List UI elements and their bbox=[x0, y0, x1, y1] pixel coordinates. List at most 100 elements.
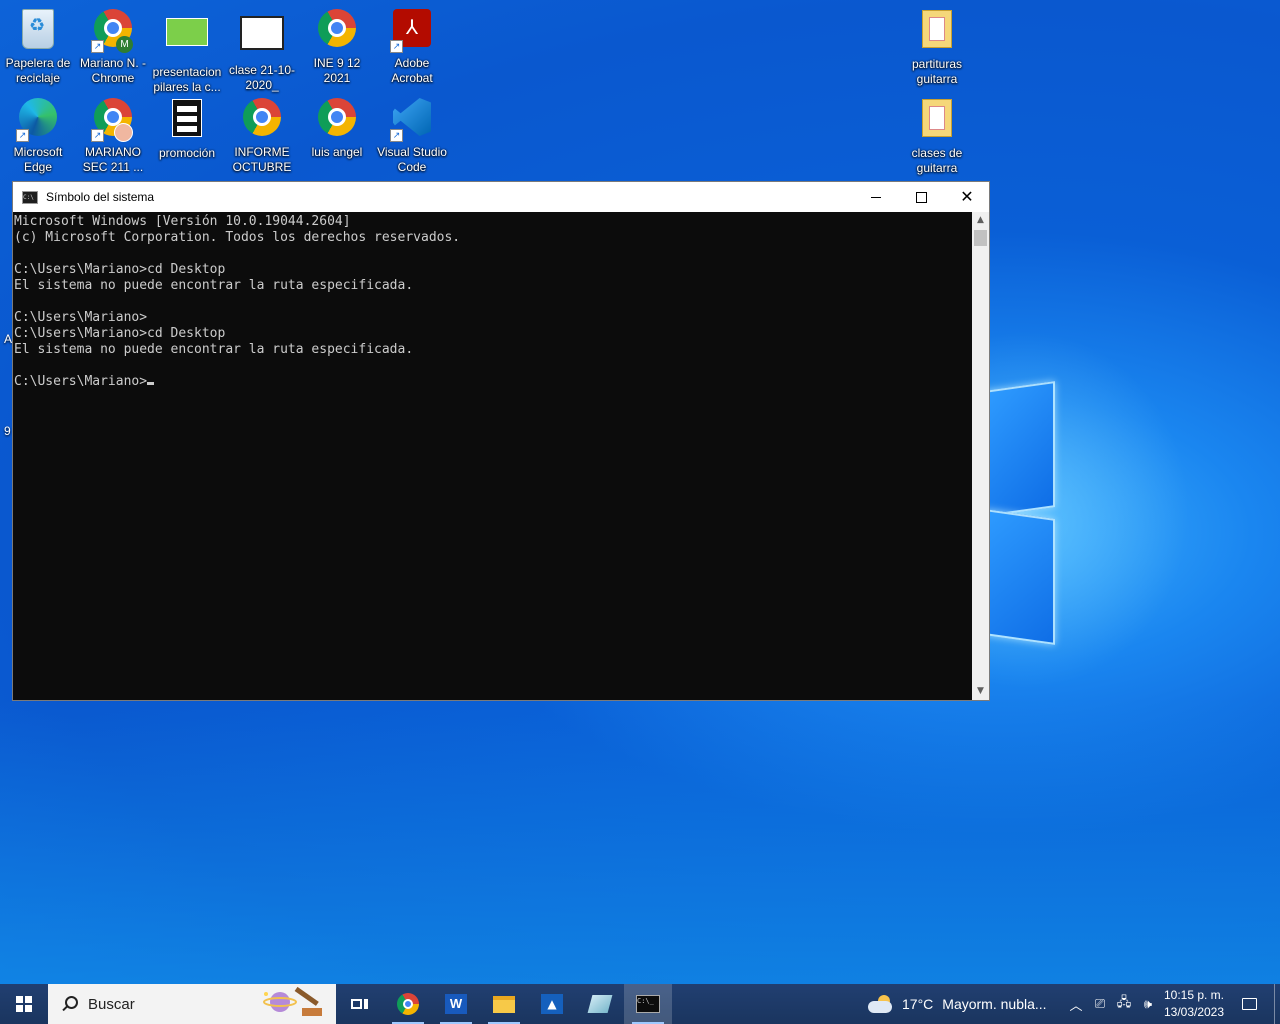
cmd-icon: C:\ bbox=[22, 190, 38, 204]
scroll-down-arrow-icon[interactable]: ▼ bbox=[972, 683, 989, 700]
chrome-icon bbox=[240, 98, 284, 142]
volume-icon[interactable]: 🕪 bbox=[1136, 997, 1160, 1012]
search-icon bbox=[62, 996, 78, 1012]
meet-now-icon[interactable]: ⎚ bbox=[1088, 997, 1112, 1012]
text-cursor bbox=[147, 382, 155, 385]
app-icon bbox=[587, 995, 613, 1013]
desktop-icon-recycle-bin[interactable]: Papelera de reciclaje bbox=[1, 6, 75, 86]
scrollbar-thumb[interactable] bbox=[974, 230, 987, 246]
desktop-icon-presentacion[interactable]: presentacion pilares la c... bbox=[150, 6, 224, 95]
desktop-icon-ine[interactable]: INE 9 12 2021 bbox=[300, 6, 374, 86]
search-placeholder: Buscar bbox=[88, 995, 135, 1013]
chrome-icon: ↗ bbox=[91, 98, 135, 142]
search-box[interactable]: Buscar bbox=[48, 984, 336, 1024]
title-bar[interactable]: C:\ Símbolo del sistema ✕ bbox=[13, 182, 989, 212]
desktop-icon-promocion[interactable]: promoción bbox=[150, 95, 224, 161]
folder-icon bbox=[493, 995, 515, 1013]
windows-logo-icon bbox=[16, 996, 32, 1012]
desktop-icon-label: clase 21-10-2020_ bbox=[228, 63, 296, 92]
desktop-partial-label: A bbox=[4, 332, 13, 346]
scroll-up-arrow-icon[interactable]: ▲ bbox=[972, 212, 989, 229]
task-view-icon bbox=[351, 997, 369, 1011]
close-button[interactable]: ✕ bbox=[944, 182, 990, 212]
console-line: C:\Users\Mariano>cd Desktop bbox=[14, 262, 226, 277]
minimize-icon bbox=[871, 196, 881, 198]
console-line: ​ bbox=[14, 294, 974, 310]
desktop-icon-label: clases de guitarra bbox=[911, 146, 963, 175]
chevron-up-icon[interactable]: ︿ bbox=[1064, 995, 1088, 1014]
desktop-icon-label: presentacion pilares la c... bbox=[152, 65, 222, 94]
desktop-icon-mariano-sec[interactable]: ↗ MARIANO SEC 211 ... bbox=[76, 95, 150, 175]
recycle-bin-icon bbox=[16, 9, 60, 53]
network-icon[interactable]: 🖧 bbox=[1112, 993, 1136, 1015]
edge-icon: ↗ bbox=[16, 98, 60, 142]
console-line: ​ bbox=[14, 246, 974, 262]
console-line: Microsoft Windows [Versión 10.0.19044.26… bbox=[14, 214, 351, 229]
task-view-button[interactable] bbox=[336, 984, 384, 1024]
taskbar-word[interactable]: W bbox=[432, 984, 480, 1024]
clock[interactable]: 10:15 p. m. 13/03/2023 bbox=[1158, 987, 1230, 1021]
notifications-button[interactable] bbox=[1234, 984, 1264, 1024]
vscode-icon: ↗ bbox=[390, 98, 434, 142]
desktop-icon-label: Adobe Acrobat bbox=[391, 56, 433, 85]
desktop-icon-label: Papelera de reciclaje bbox=[5, 56, 71, 85]
desktop-icon-luis-angel[interactable]: luis angel bbox=[300, 95, 374, 160]
console-prompt: C:\Users\Mariano> bbox=[14, 374, 148, 389]
console-line: C:\Users\Mariano>cd Desktop bbox=[14, 326, 226, 341]
vertical-scrollbar[interactable]: ▲ ▼ bbox=[972, 212, 989, 700]
console-output[interactable]: Microsoft Windows [Versión 10.0.19044.26… bbox=[13, 212, 974, 702]
video-file-icon bbox=[165, 99, 209, 143]
weather-text: Mayorm. nubla... bbox=[942, 996, 1047, 1012]
image-file-icon bbox=[165, 18, 209, 62]
chrome-icon bbox=[315, 9, 359, 53]
taskbar-app[interactable] bbox=[576, 984, 624, 1024]
partly-cloudy-icon bbox=[868, 995, 894, 1013]
desktop-icon-label: INFORME OCTUBRE bbox=[232, 145, 292, 174]
desktop-icon-label: Mariano N. - Chrome bbox=[79, 56, 147, 85]
desktop-icon-label: MARIANO SEC 211 ... bbox=[82, 145, 144, 174]
desktop-partial-label: 9 bbox=[4, 424, 11, 438]
taskbar-app[interactable]: ▲ bbox=[528, 984, 576, 1024]
command-prompt-window[interactable]: C:\ Símbolo del sistema ✕ Microsoft Wind… bbox=[12, 181, 990, 701]
show-desktop-button[interactable] bbox=[1274, 984, 1275, 1024]
console-line: (c) Microsoft Corporation. Todos los der… bbox=[14, 230, 461, 245]
console-line: El sistema no puede encontrar la ruta es… bbox=[14, 278, 414, 293]
weather-widget[interactable]: 17°C Mayorm. nubla... bbox=[868, 984, 1047, 1024]
wallpaper-fade bbox=[0, 700, 1280, 984]
close-icon: ✕ bbox=[960, 187, 974, 206]
desktop-icon-label: Microsoft Edge bbox=[13, 145, 63, 174]
taskbar-command-prompt[interactable]: C:\_ bbox=[624, 984, 672, 1024]
taskbar-chrome[interactable] bbox=[384, 984, 432, 1024]
desktop-icon-edge[interactable]: ↗ Microsoft Edge bbox=[1, 95, 75, 175]
maximize-button[interactable] bbox=[898, 182, 944, 212]
desktop-icon-informe[interactable]: INFORME OCTUBRE bbox=[225, 95, 299, 175]
desktop-icon-label: INE 9 12 2021 bbox=[313, 56, 361, 85]
console-line: ​ bbox=[14, 358, 974, 374]
desktop-icon-label: luis angel bbox=[311, 145, 363, 159]
folder-icon bbox=[915, 10, 959, 54]
minimize-button[interactable] bbox=[853, 182, 899, 212]
maximize-icon bbox=[915, 191, 927, 203]
start-button[interactable] bbox=[0, 984, 48, 1024]
wallpaper-logo-pane bbox=[985, 509, 1055, 645]
chrome-icon: M ↗ bbox=[91, 9, 135, 53]
desktop-icon-label: Visual Studio Code bbox=[377, 145, 447, 174]
desktop-icon-vscode[interactable]: ↗ Visual Studio Code bbox=[375, 95, 449, 175]
wallpaper-logo-pane bbox=[985, 381, 1055, 517]
desktop-icon-adobe-acrobat[interactable]: ⅄ ↗ Adobe Acrobat bbox=[375, 6, 449, 86]
desktop-icon-label: promoción bbox=[158, 146, 216, 160]
clock-date: 13/03/2023 bbox=[1163, 1005, 1225, 1019]
weather-temp: 17°C bbox=[902, 996, 934, 1012]
console-prompt-line[interactable]: C:\Users\Mariano> bbox=[14, 374, 974, 390]
folder-icon bbox=[915, 99, 959, 143]
desktop-icon-chrome-profile[interactable]: M ↗ Mariano N. - Chrome bbox=[76, 6, 150, 86]
desktop-icon-clases-guitarra[interactable]: clases de guitarra bbox=[900, 95, 974, 176]
desktop-icon-clase[interactable]: clase 21-10-2020_ bbox=[225, 6, 299, 93]
notification-icon bbox=[1241, 998, 1257, 1010]
window-title: Símbolo del sistema bbox=[46, 190, 155, 204]
chrome-icon bbox=[315, 98, 359, 142]
app-icon: ▲ bbox=[541, 994, 563, 1014]
desktop-icon-partituras[interactable]: partituras guitarra bbox=[900, 6, 974, 87]
search-highlight-illustration-icon bbox=[263, 986, 322, 1016]
taskbar-file-explorer[interactable] bbox=[480, 984, 528, 1024]
